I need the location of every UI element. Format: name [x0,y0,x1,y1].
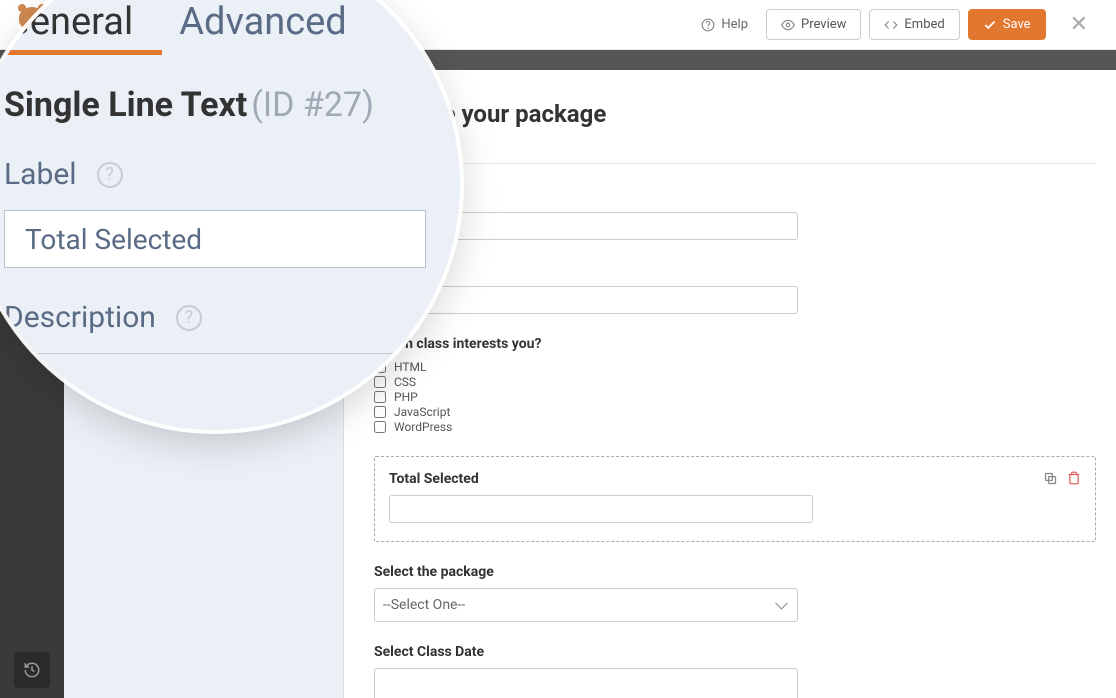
checkbox-html[interactable]: HTML [374,360,1096,374]
delete-icon[interactable] [1065,469,1083,487]
tab-underline [0,50,162,55]
eye-icon [781,18,795,32]
checkbox-wordpress[interactable]: WordPress [374,420,1096,434]
total-selected-input[interactable] [389,495,813,523]
email-input[interactable] [374,286,798,314]
duplicate-icon[interactable] [1041,469,1059,487]
magnifier-tabs: General Advanced [4,0,426,44]
field-actions [1041,469,1083,487]
date-input[interactable] [374,668,798,698]
interests-checkboxes: HTML CSS PHP JavaScript WordPress [374,360,1096,434]
magnifier-label-heading: Label ? [4,157,426,192]
history-icon [23,661,41,679]
interests-field[interactable]: Which class interests you? HTML CSS PHP … [374,336,1096,434]
package-field[interactable]: Select the package --Select One-- [374,564,1096,622]
magnifier-label-input[interactable] [4,210,426,268]
email-label: Email [374,262,1096,278]
tab-advanced[interactable]: Advanced [179,0,346,44]
topbar-actions: Help Preview Embed Save ✕ [691,9,1096,40]
check-icon [983,18,997,32]
help-icon[interactable]: ? [97,162,123,188]
package-label: Select the package [374,564,1096,580]
total-selected-label: Total Selected [389,471,1081,487]
help-link[interactable]: Help [691,9,758,40]
checkbox-javascript[interactable]: JavaScript [374,405,1096,419]
form-description[interactable]: Description [374,132,1096,147]
code-icon [884,18,898,32]
magnifier-divider [4,353,426,354]
name-label: Name [374,188,1096,204]
history-button[interactable] [14,652,50,688]
checkbox-css[interactable]: CSS [374,375,1096,389]
date-label: Select Class Date [374,644,1096,660]
magnifier-field-heading: Single Line Text (ID #27) [4,85,426,125]
divider [374,163,1096,164]
preview-button[interactable]: Preview [766,9,861,40]
close-icon[interactable]: ✕ [1054,12,1096,37]
embed-button[interactable]: Embed [869,9,959,40]
help-icon [701,18,715,32]
interests-label: Which class interests you? [374,336,1096,352]
magnifier-description-heading: Description ? [4,300,426,335]
total-selected-field[interactable]: Total Selected [374,456,1096,542]
name-field[interactable]: Name [374,188,1096,240]
save-button[interactable]: Save [968,9,1046,40]
help-icon[interactable]: ? [176,305,202,331]
email-field[interactable]: Email [374,262,1096,314]
package-select[interactable]: --Select One-- [374,588,798,622]
form-title[interactable]: Choose your package [374,100,1096,128]
date-field[interactable]: Select Class Date [374,644,1096,698]
preview-area: Choose your package Description Name Ema… [344,70,1116,698]
checkbox-php[interactable]: PHP [374,390,1096,404]
